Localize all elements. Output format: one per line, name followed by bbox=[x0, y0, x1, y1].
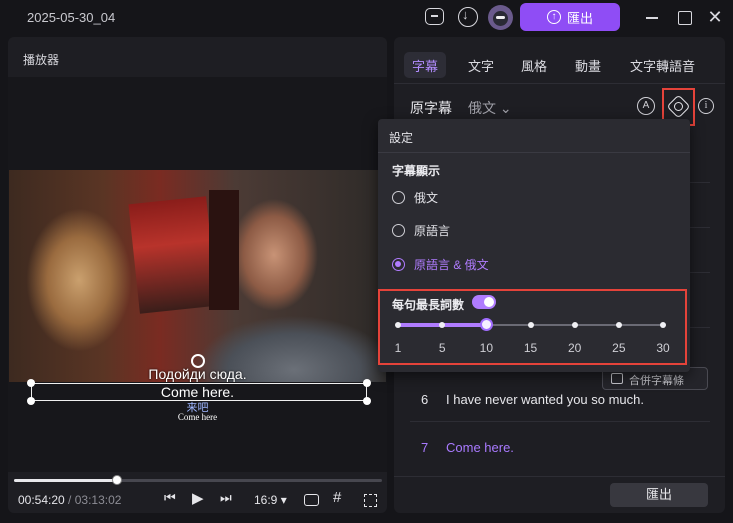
slider-tick-label: 10 bbox=[479, 341, 494, 355]
resize-handle[interactable] bbox=[27, 379, 35, 387]
radio-original-and-russian-label[interactable]: 原語言 & 俄文 bbox=[414, 256, 489, 273]
time-display: 00:54:20 / 03:13:02 bbox=[18, 493, 121, 507]
background-poster bbox=[209, 190, 239, 310]
subtitle-english[interactable]: Come here. bbox=[8, 384, 387, 400]
language-dropdown[interactable]: 俄文 ⌄ bbox=[468, 98, 512, 118]
slider-tick-label: 30 bbox=[656, 341, 670, 355]
radio-original[interactable] bbox=[392, 224, 405, 237]
video-area: Подойди сюда. Come here. 来吧 Come here bbox=[8, 77, 387, 472]
footer-divider bbox=[394, 476, 725, 477]
user-avatar[interactable] bbox=[488, 5, 513, 30]
max-words-toggle[interactable] bbox=[472, 295, 496, 309]
burned-in-subtitle-en: Come here bbox=[177, 412, 218, 422]
subtitle-russian: Подойди сюда. bbox=[148, 366, 247, 382]
max-words-label: 每句最長詞數 bbox=[392, 298, 465, 312]
slider-tick-label: 5 bbox=[438, 341, 446, 355]
export-button-label: 匯出 bbox=[566, 10, 593, 26]
maximize-icon[interactable] bbox=[675, 8, 693, 26]
subtitle-row[interactable]: 6 I have never wanted you so much. bbox=[421, 392, 644, 407]
slider-tick-label: 15 bbox=[523, 341, 538, 355]
tab-text-to-speech[interactable]: 文字轉語音 bbox=[622, 52, 703, 78]
panel-export-button[interactable]: 匯出 bbox=[610, 483, 708, 507]
tab-divider bbox=[394, 83, 725, 84]
row-number: 7 bbox=[421, 440, 429, 455]
slider-tick-label: 20 bbox=[567, 341, 582, 355]
feedback-icon[interactable] bbox=[425, 8, 444, 25]
progress-fill bbox=[14, 479, 118, 482]
row-divider bbox=[410, 421, 710, 422]
popup-title: 設定 bbox=[389, 131, 414, 145]
slider-tick[interactable] bbox=[571, 322, 578, 328]
title-bar: 2025-05-30_04 ↑ 匯出 ✕ bbox=[0, 0, 733, 34]
aspect-ratio-dropdown[interactable]: 16:9 ▾ bbox=[254, 493, 287, 507]
slider-tick[interactable] bbox=[395, 322, 401, 328]
slider-tick-label: 25 bbox=[612, 341, 626, 355]
snapshot-icon[interactable] bbox=[304, 494, 319, 506]
subtitle-display-label: 字幕顯示 bbox=[392, 164, 441, 178]
fullscreen-icon[interactable] bbox=[364, 494, 377, 507]
current-time: 00:54:20 bbox=[18, 493, 65, 507]
radio-russian-label[interactable]: 俄文 bbox=[414, 189, 438, 206]
radio-original-and-russian[interactable] bbox=[392, 258, 405, 271]
player-panel: 播放器 Подойди сюда. Come here. 来吧 Come her… bbox=[8, 37, 387, 513]
slider-tick[interactable] bbox=[615, 322, 622, 328]
previous-frame-icon[interactable]: ⏮ bbox=[164, 490, 176, 506]
progress-knob[interactable] bbox=[112, 475, 123, 485]
close-icon[interactable]: ✕ bbox=[706, 8, 724, 26]
slider-tick-label: 1 bbox=[394, 341, 402, 355]
resize-handle[interactable] bbox=[363, 379, 371, 387]
original-subtitle-label: 原字幕 bbox=[410, 100, 452, 116]
row-number: 6 bbox=[421, 392, 429, 407]
subtitle-row-active[interactable]: 7 Come here. bbox=[421, 440, 514, 455]
grid-icon[interactable]: # bbox=[333, 489, 341, 506]
background-poster bbox=[128, 196, 218, 314]
next-frame-icon[interactable]: ⏭ bbox=[220, 490, 232, 506]
tab-animation[interactable]: 動畫 bbox=[567, 52, 609, 78]
ai-translate-icon[interactable]: A bbox=[637, 97, 655, 115]
row-text: I have never wanted you so much. bbox=[446, 392, 645, 407]
merge-label: 合併字幕條 bbox=[629, 375, 684, 387]
play-icon[interactable]: ▶ bbox=[192, 489, 204, 507]
video-frame[interactable] bbox=[9, 170, 386, 382]
playback-progress-bar[interactable] bbox=[14, 475, 382, 485]
project-title: 2025-05-30_04 bbox=[27, 10, 116, 25]
popup-divider bbox=[378, 152, 690, 153]
merge-icon bbox=[611, 373, 623, 384]
row-text: Come here. bbox=[446, 440, 514, 455]
tab-style[interactable]: 風格 bbox=[513, 52, 555, 78]
total-time: / 03:13:02 bbox=[64, 493, 122, 507]
export-button[interactable]: ↑ 匯出 bbox=[520, 3, 620, 31]
upload-icon: ↑ bbox=[546, 10, 561, 24]
radio-original-label[interactable]: 原語言 bbox=[414, 222, 450, 239]
tab-subtitles[interactable]: 字幕 bbox=[404, 52, 447, 78]
tab-text[interactable]: 文字 bbox=[460, 52, 502, 78]
minimize-icon[interactable] bbox=[643, 8, 661, 26]
download-icon[interactable] bbox=[458, 7, 478, 27]
radio-russian[interactable] bbox=[392, 191, 405, 204]
info-icon[interactable]: i bbox=[698, 98, 714, 114]
slider-tick[interactable] bbox=[660, 322, 666, 328]
player-title: 播放器 bbox=[23, 53, 60, 67]
slider-tick[interactable] bbox=[527, 322, 534, 328]
